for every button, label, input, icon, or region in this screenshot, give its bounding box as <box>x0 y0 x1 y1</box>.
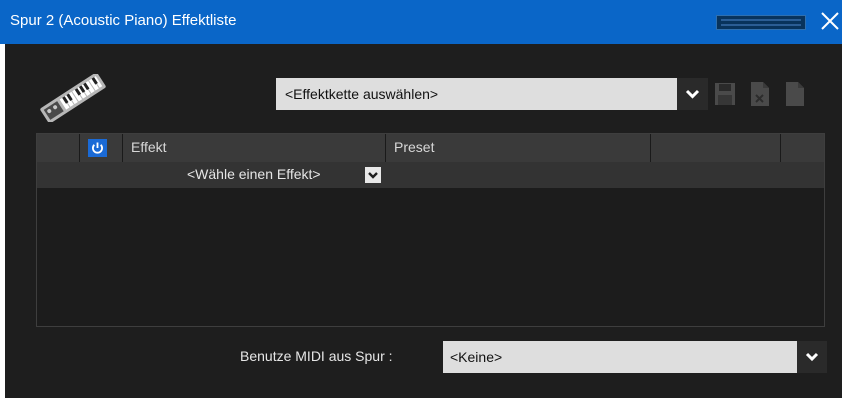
delete-chain-button[interactable] <box>748 80 772 108</box>
chevron-down-icon <box>805 352 819 362</box>
chevron-down-icon <box>368 172 378 179</box>
chain-dropdown-toggle[interactable] <box>677 78 708 110</box>
midi-dropdown-toggle[interactable] <box>797 341 827 373</box>
effect-list-panel: <Effektkette auswählen> Effekt Preset <W… <box>5 44 842 398</box>
effect-chain-select[interactable]: <Effektkette auswählen> <box>276 78 708 110</box>
close-icon <box>821 12 839 30</box>
column-header <box>37 134 80 162</box>
power-toggle[interactable] <box>88 139 107 157</box>
effect-select[interactable]: <Wähle einen Effekt> <box>187 166 381 186</box>
save-chain-button[interactable] <box>713 80 737 108</box>
column-header-effekt[interactable]: Effekt <box>123 134 386 162</box>
column-header-end <box>781 134 824 162</box>
window-title: Spur 2 (Acoustic Piano) Effektliste <box>10 12 237 29</box>
column-header-preset[interactable]: Preset <box>386 134 651 162</box>
midi-source-label: Benutze MIDI aus Spur : <box>240 348 393 364</box>
delete-document-icon <box>751 82 769 106</box>
table-header: Effekt Preset <box>37 134 824 162</box>
level-meter-icon <box>716 15 806 30</box>
title-bar: Spur 2 (Acoustic Piano) Effektliste <box>0 0 842 44</box>
new-document-icon <box>786 82 804 106</box>
new-chain-button[interactable] <box>783 80 807 108</box>
column-header-extra <box>651 134 781 162</box>
chevron-down-icon <box>685 89 700 99</box>
effect-chain-value: <Effektkette auswählen> <box>285 86 439 102</box>
power-icon <box>92 142 103 154</box>
close-button[interactable] <box>818 9 842 33</box>
midi-source-select[interactable]: <Keine> <box>443 341 827 373</box>
effect-dropdown-toggle[interactable] <box>365 167 381 183</box>
table-row: <Wähle einen Effekt> <box>37 162 824 188</box>
effect-select-value: <Wähle einen Effekt> <box>187 166 321 182</box>
save-icon <box>715 83 735 105</box>
effect-list-window: Spur 2 (Acoustic Piano) Effektliste <Eff… <box>0 0 842 398</box>
effects-table: Effekt Preset <Wähle einen Effekt> <box>36 133 825 327</box>
keyboard-instrument-icon <box>40 74 106 122</box>
midi-source-value: <Keine> <box>450 349 503 365</box>
